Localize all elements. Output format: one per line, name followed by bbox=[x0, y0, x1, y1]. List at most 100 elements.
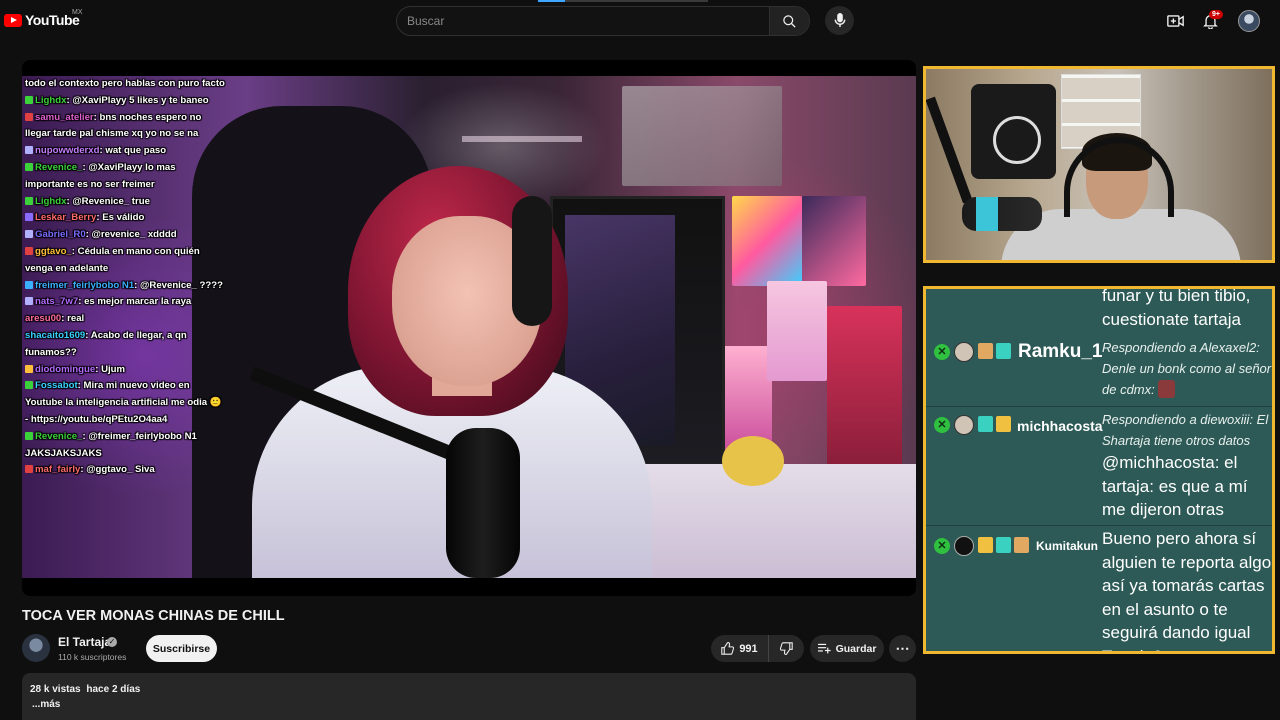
subscribe-button[interactable]: Suscribirse bbox=[146, 635, 217, 662]
account-avatar[interactable] bbox=[1238, 10, 1260, 32]
sub-badge-icon bbox=[978, 343, 993, 359]
description-box[interactable]: 28 k vistas hace 2 días ...más bbox=[22, 673, 916, 720]
overlay-chat-message: ggtavo_: Cédula en mano con quién venga … bbox=[25, 244, 227, 278]
chat-reply-text: Respondiendo a Alexaxel2: Denle un bonk … bbox=[1102, 340, 1272, 398]
stream-chat-overlay: todo el contexto pero hablas con puro fa… bbox=[22, 76, 227, 479]
user-badge-icon bbox=[25, 246, 33, 255]
gift-badge-icon bbox=[996, 416, 1011, 432]
facecam-headset bbox=[1064, 137, 1174, 217]
overlay-chat-text: : @revenice_ xdddd bbox=[85, 229, 177, 241]
loading-bar bbox=[538, 0, 708, 2]
overlay-chat-username: Revenice_ bbox=[35, 161, 83, 173]
overlay-chat-username: Lighdx bbox=[35, 195, 67, 207]
plush-toy bbox=[722, 436, 784, 486]
facecam-panel bbox=[923, 66, 1275, 263]
chat-username: Kumitakun bbox=[1036, 539, 1099, 553]
chat-reply-text: Respondiendo a diewoxiii: El Shartaja ti… bbox=[1102, 412, 1269, 448]
thumbs-up-icon bbox=[721, 642, 735, 655]
overlay-chat-username: aresu00 bbox=[25, 313, 62, 325]
chat-message: funar y tu bien tibio, cuestionate tarta… bbox=[926, 289, 1272, 406]
overlay-chat-username: samu_atelier bbox=[35, 111, 94, 123]
xbox-badge-icon: ✕ bbox=[934, 538, 950, 554]
dislike-button[interactable] bbox=[769, 635, 804, 662]
chat-username: michhacosta bbox=[1017, 418, 1103, 434]
overlay-chat-text: : @Revenice_ ???? bbox=[134, 279, 223, 291]
search-icon bbox=[783, 14, 796, 28]
overlay-chat-message: nats_7w7: es mejor marcar la raya bbox=[25, 294, 227, 311]
video-title: TOCA VER MONAS CHINAS DE CHILL bbox=[22, 608, 285, 624]
user-badge-icon bbox=[25, 146, 33, 155]
overlay-chat-text: : Ujum bbox=[95, 363, 126, 375]
chat-message: ✕ michhacosta Respondiendo a diewoxiii: … bbox=[926, 406, 1272, 543]
overlay-chat-username: Lighdx bbox=[35, 94, 67, 106]
save-button[interactable]: Guardar bbox=[810, 635, 884, 662]
user-badge-icon bbox=[25, 280, 33, 289]
overlay-chat-message: Lighdx: @Revenice_ true bbox=[25, 194, 227, 211]
thumbs-down-icon bbox=[780, 642, 793, 655]
like-button[interactable]: 991 bbox=[711, 635, 769, 662]
overlay-chat-username: nupowwderxd bbox=[35, 145, 100, 157]
view-count: 28 k vistas bbox=[30, 684, 81, 695]
user-badge-icon bbox=[25, 381, 33, 390]
youtube-play-icon bbox=[4, 13, 22, 27]
notification-count-badge: 9+ bbox=[1209, 10, 1223, 19]
microphone-icon bbox=[834, 13, 845, 28]
search-input[interactable] bbox=[397, 7, 770, 35]
verified-icon: ✓ bbox=[107, 637, 117, 647]
overlay-chat-message: shacaito1609: Acabo de llegar, a qn funa… bbox=[25, 328, 227, 362]
upload-date: hace 2 días bbox=[86, 684, 141, 695]
overlay-chat-message: todo el contexto pero hablas con puro fa… bbox=[25, 76, 227, 93]
crown-badge-icon bbox=[978, 537, 993, 553]
create-button[interactable] bbox=[1164, 10, 1186, 32]
voice-search-button[interactable] bbox=[825, 6, 854, 35]
overlay-chat-username: nats_7w7 bbox=[35, 296, 79, 308]
overlay-chat-username: freimer_feirlybobo N1 bbox=[35, 279, 135, 291]
top-bar: YouTube MX 9+ bbox=[0, 0, 1280, 42]
like-count: 991 bbox=[739, 642, 758, 655]
video-frame: todo el contexto pero hablas con puro fa… bbox=[22, 76, 916, 578]
overlay-chat-text: : @XaviPlayy 5 likes y te baneo bbox=[66, 94, 209, 106]
overlay-chat-message: aresu00: real bbox=[25, 311, 227, 328]
overlay-chat-text: : @Revenice_ true bbox=[66, 195, 150, 207]
overlay-chat-message: maf_fairly: @ggtavo_ Siva bbox=[25, 462, 227, 479]
headphones bbox=[512, 196, 552, 326]
overlay-chat-text: : @ggtavo_ Siva bbox=[80, 464, 155, 476]
user-badge-icon bbox=[25, 431, 33, 440]
search-box bbox=[396, 6, 810, 36]
gift-badge-icon bbox=[996, 343, 1011, 359]
like-dislike-group: 991 bbox=[711, 635, 804, 662]
overlay-chat-message: Revenice_: @freimer_feirlybobo N1 JAKSJA… bbox=[25, 429, 227, 463]
user-badge-icon bbox=[25, 95, 33, 104]
overlay-chat-username: maf_fairly bbox=[35, 464, 81, 476]
subscriber-count: 110 k suscriptores bbox=[58, 652, 127, 662]
gg-badge-icon bbox=[996, 537, 1011, 553]
country-code: MX bbox=[72, 9, 83, 16]
channel-name[interactable]: El Tartaja bbox=[58, 635, 111, 649]
overlay-chat-message: Gabriel_R0: @revenice_ xdddd bbox=[25, 227, 227, 244]
search-button[interactable] bbox=[769, 7, 809, 35]
overlay-chat-message: samu_atelier: bns noches espero no llega… bbox=[25, 110, 227, 144]
show-more-link[interactable]: ...más bbox=[32, 699, 60, 710]
overlay-chat-message: Fossabot: Mira mi nuevo video en Youtube… bbox=[25, 378, 227, 428]
more-actions-button[interactable]: ⋯ bbox=[889, 635, 916, 662]
video-plus-icon bbox=[1166, 15, 1184, 27]
user-badge-icon bbox=[25, 162, 33, 171]
overlay-chat-text: : wat que paso bbox=[99, 145, 167, 157]
user-badge-icon bbox=[25, 364, 33, 373]
overlay-chat-username: Revenice_ bbox=[35, 430, 83, 442]
video-player[interactable]: todo el contexto pero hablas con puro fa… bbox=[22, 60, 916, 596]
overlay-chat-text: todo el contexto pero hablas con puro fa… bbox=[25, 78, 225, 89]
user-badge-icon bbox=[25, 297, 33, 306]
user-badge-icon bbox=[25, 465, 33, 474]
overlay-chat-username: diodomingue bbox=[35, 363, 96, 375]
channel-avatar[interactable] bbox=[22, 634, 50, 662]
playlist-add-icon bbox=[817, 643, 831, 654]
overlay-chat-username: Fossabot bbox=[35, 380, 78, 392]
more-horizontal-icon: ⋯ bbox=[895, 640, 910, 656]
youtube-logo[interactable]: YouTube MX bbox=[4, 9, 83, 28]
user-avatar bbox=[954, 536, 974, 556]
overlay-chat-text: : Es válido bbox=[96, 212, 145, 224]
facecam-microphone bbox=[962, 197, 1042, 231]
user-badge-icon bbox=[25, 230, 33, 239]
user-avatar bbox=[954, 415, 974, 435]
